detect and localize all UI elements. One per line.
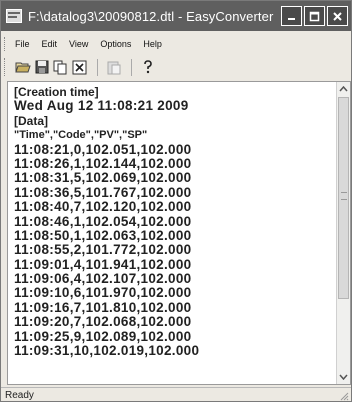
content-line: 11:08:36,5,101.767,102.000 xyxy=(14,184,192,200)
copy-icon xyxy=(53,60,67,74)
menu-options[interactable]: Options xyxy=(100,39,131,49)
minimize-icon xyxy=(288,17,295,20)
export-excel-button[interactable] xyxy=(71,59,88,76)
content-line: Wed Aug 12 11:08:21 2009 xyxy=(14,98,189,114)
paste-button[interactable] xyxy=(105,59,122,76)
content-line: [Creation time] xyxy=(14,85,99,99)
paste-icon xyxy=(107,61,120,74)
window-controls xyxy=(281,6,348,26)
scroll-up-button[interactable] xyxy=(337,82,350,96)
excel-icon xyxy=(72,60,87,74)
copy-button[interactable] xyxy=(52,59,69,76)
application-window: F:\datalog3\20090812.dtl - EasyConverter… xyxy=(0,0,352,402)
toolbar-separator xyxy=(97,58,98,76)
document-text-area[interactable]: [Creation time] Wed Aug 12 11:08:21 2009… xyxy=(7,81,351,385)
menu-edit[interactable]: Edit xyxy=(42,39,58,49)
scroll-up-icon xyxy=(339,86,348,92)
menu-grip[interactable] xyxy=(4,37,7,51)
title-bar[interactable]: F:\datalog3\20090812.dtl - EasyConverter xyxy=(1,1,351,31)
scrollbar-grip-icon xyxy=(341,192,347,200)
menu-bar: File Edit View Options Help xyxy=(1,35,351,53)
content-line: 11:09:10,6,101.970,102.000 xyxy=(14,285,192,301)
content-line: 11:08:21,0,102.051,102.000 xyxy=(14,141,192,157)
content-line: 11:08:46,1,102.054,102.000 xyxy=(14,213,192,229)
maximize-icon xyxy=(309,11,320,21)
save-icon xyxy=(35,60,48,74)
vertical-scrollbar[interactable] xyxy=(336,82,350,384)
close-button[interactable] xyxy=(327,6,348,26)
toolbar-grip[interactable] xyxy=(4,58,7,76)
menu-help[interactable]: Help xyxy=(143,39,162,49)
content-line: 11:09:16,7,101.810,102.000 xyxy=(14,299,192,315)
open-button[interactable] xyxy=(14,59,31,76)
content-line: 11:09:25,9,102.089,102.000 xyxy=(14,328,192,344)
scroll-down-icon xyxy=(339,374,348,380)
toolbar-separator xyxy=(131,58,132,76)
minimize-button[interactable] xyxy=(281,6,302,26)
content-line: 11:08:40,7,102.120,102.000 xyxy=(14,199,192,215)
resize-grip-icon[interactable] xyxy=(339,391,349,401)
menu-file[interactable]: File xyxy=(15,39,30,49)
content-line: 11:08:55,2,101.772,102.000 xyxy=(14,242,192,258)
status-text: Ready xyxy=(5,389,34,401)
help-button[interactable] xyxy=(139,59,156,76)
document-content: [Creation time] Wed Aug 12 11:08:21 2009… xyxy=(14,85,334,358)
save-button[interactable] xyxy=(33,59,50,76)
maximize-button[interactable] xyxy=(304,6,325,26)
content-line: 11:08:50,1,102.063,102.000 xyxy=(14,227,192,243)
content-line: 11:09:06,4,102.107,102.000 xyxy=(14,271,192,287)
content-line: 11:09:20,7,102.068,102.000 xyxy=(14,314,192,330)
menu-view[interactable]: View xyxy=(69,39,88,49)
content-line: 11:08:26,1,102.144,102.000 xyxy=(14,155,192,171)
status-bar: Ready xyxy=(1,387,351,402)
toolbar xyxy=(1,55,351,79)
scroll-down-button[interactable] xyxy=(337,370,350,384)
help-icon xyxy=(143,59,152,73)
close-icon xyxy=(333,11,342,21)
content-line: 11:09:31,10,102.019,102.000 xyxy=(14,343,200,359)
open-icon xyxy=(14,62,31,73)
content-line: [Data] xyxy=(14,113,49,128)
content-line: "Time","Code","PV","SP" xyxy=(14,129,148,142)
app-icon[interactable] xyxy=(5,8,23,24)
window-title: F:\datalog3\20090812.dtl - EasyConverter xyxy=(28,8,274,24)
content-line: 11:09:01,4,101.941,102.000 xyxy=(14,256,192,272)
scrollbar-thumb[interactable] xyxy=(338,97,349,299)
content-line: 11:08:31,5,102.069,102.000 xyxy=(14,170,192,186)
